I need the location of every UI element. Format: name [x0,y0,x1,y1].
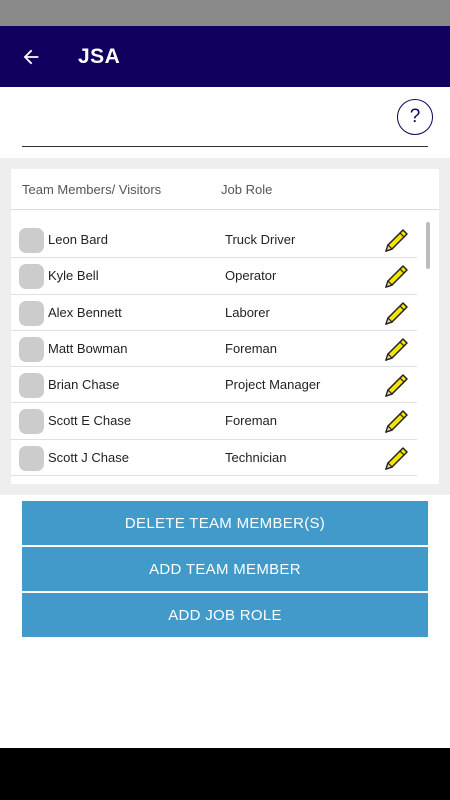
select-checkbox[interactable] [19,336,44,362]
member-role: Technician [225,449,287,465]
table-row[interactable]: Kyle Bell Operator [11,258,417,295]
navigation-bar [0,748,450,800]
select-checkbox[interactable] [19,264,44,290]
add-team-member-button[interactable]: ADD TEAM MEMBER [22,547,428,591]
pencil-icon[interactable] [383,407,411,435]
pencil-icon[interactable] [383,262,411,290]
pencil-icon[interactable] [383,444,411,472]
pencil-icon[interactable] [383,335,411,363]
add-job-role-button[interactable]: ADD JOB ROLE [22,593,428,637]
member-role: Truck Driver [225,232,296,247]
member-name: Scott J Chase [48,449,129,465]
member-role: Foreman [225,413,278,429]
pencil-icon[interactable] [383,371,411,399]
member-column-header: Team Members/ Visitors [22,182,162,197]
search-field-container [22,94,428,147]
member-name: Leon Bard [48,232,108,247]
page-title: JSA [78,44,121,68]
team-list: Leon Bard Truck Driver Kyle Bell Operato… [11,222,417,477]
question-mark-icon: ? [409,106,421,127]
select-checkbox[interactable] [19,373,44,399]
member-role: Operator [225,268,277,284]
table-row[interactable]: Matt Bowman Foreman [11,331,417,368]
app-bar: JSA [0,26,450,87]
back-button[interactable] [0,26,62,87]
list-scrollbar[interactable] [426,222,430,269]
table-row[interactable]: Leon Bard Truck Driver [11,222,417,259]
select-checkbox[interactable] [19,409,44,435]
member-name: Matt Bowman [48,340,128,356]
role-column-header: Job Role [221,182,273,197]
member-role: Project Manager [225,377,321,393]
select-checkbox[interactable] [19,300,44,326]
status-bar [0,0,450,26]
arrow-left-icon [23,49,39,64]
member-name: Brian Chase [48,377,120,393]
member-name: Alex Bennett [48,304,122,320]
member-name: Scott E Chase [48,413,132,429]
table-row[interactable]: Brian Chase Project Manager [11,367,417,404]
search-input[interactable] [22,94,382,142]
table-header: Team Members/ Visitors Job Role [11,169,439,210]
pencil-icon[interactable] [383,299,411,327]
member-name: Kyle Bell [48,268,99,284]
select-checkbox[interactable] [19,445,44,471]
table-row[interactable]: Alex Bennett Laborer [11,295,417,331]
member-role: Laborer [225,304,270,320]
pencil-icon[interactable] [383,226,411,254]
select-checkbox[interactable] [19,228,44,253]
help-button[interactable]: ? [397,99,433,135]
table-row[interactable]: Scott J Chase Technician [11,440,417,477]
delete-team-member-button[interactable]: DELETE TEAM MEMBER(S) [22,501,428,545]
member-role: Foreman [225,340,278,356]
table-row[interactable]: Scott E Chase Foreman [11,403,417,440]
